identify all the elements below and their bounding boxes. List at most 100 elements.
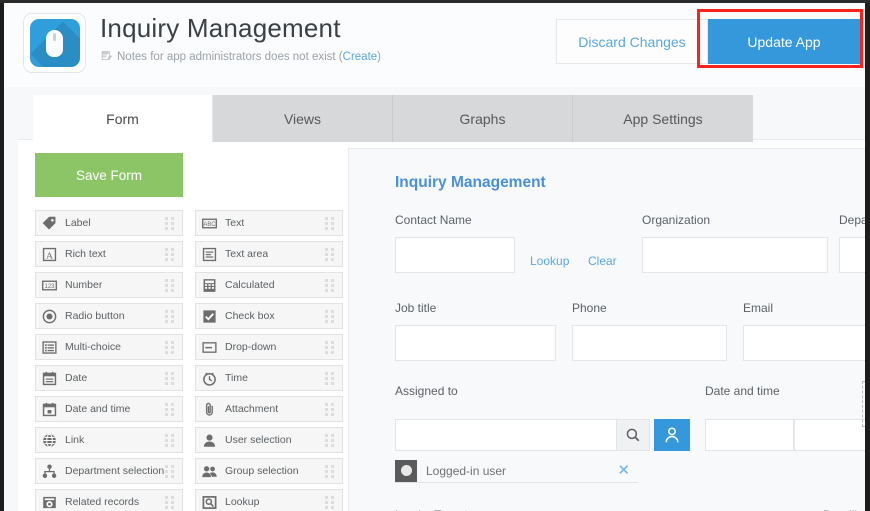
palette-item-date-and-time[interactable]: Date and time: [35, 396, 183, 422]
palette-item-lookup[interactable]: Lookup: [195, 489, 343, 511]
input-phone[interactable]: [572, 325, 727, 361]
paperclip-icon: [201, 401, 218, 418]
palette-item-label-text: Date: [65, 372, 87, 384]
drag-handle[interactable]: [325, 279, 337, 293]
palette-item-multi-choice[interactable]: Multi-choice: [35, 334, 183, 360]
radio-button-icon: [41, 308, 58, 325]
palette-item-rich-text[interactable]: A Rich text: [35, 241, 183, 267]
palette-item-user-selection[interactable]: User selection: [195, 427, 343, 453]
palette-item-check-box[interactable]: Check box: [195, 303, 343, 329]
drag-handle[interactable]: [165, 465, 177, 479]
label-contact-name: Contact Name: [395, 213, 472, 227]
drag-handle[interactable]: [165, 248, 177, 262]
palette-item-text-area[interactable]: Text area: [195, 241, 343, 267]
palette-item-label-text: Radio button: [65, 310, 125, 322]
input-date[interactable]: [705, 419, 794, 451]
update-app-button[interactable]: Update App: [708, 19, 860, 64]
drag-handle[interactable]: [325, 496, 337, 510]
tab-graphs[interactable]: Graphs: [393, 95, 573, 142]
palette-item-label-text: Drop-down: [225, 341, 276, 353]
drag-handle[interactable]: [325, 434, 337, 448]
palette-item-text[interactable]: ABC Text: [195, 210, 343, 236]
input-time[interactable]: [794, 419, 870, 451]
palette-item-calculated[interactable]: Calculated: [195, 272, 343, 298]
palette-item-date[interactable]: Date: [35, 365, 183, 391]
palette-item-label-text: Check box: [225, 310, 275, 322]
drag-handle[interactable]: [165, 434, 177, 448]
palette-item-attachment[interactable]: Attachment: [195, 396, 343, 422]
input-email[interactable]: [743, 325, 870, 361]
select-user-button[interactable]: [654, 419, 690, 451]
drag-handle[interactable]: [325, 465, 337, 479]
user-icon: [201, 432, 218, 449]
calculator-icon: [201, 277, 218, 294]
drag-handle[interactable]: [325, 248, 337, 262]
palette-item-label-text: Link: [65, 434, 84, 446]
drag-handle[interactable]: [165, 341, 177, 355]
palette-item-time[interactable]: Time: [195, 365, 343, 391]
drag-handle[interactable]: [165, 310, 177, 324]
discard-changes-button[interactable]: Discard Changes: [556, 19, 708, 64]
drag-handle[interactable]: [165, 279, 177, 293]
palette-item-number[interactable]: 123 Number: [35, 272, 183, 298]
number-icon: 123: [41, 277, 58, 294]
globe-icon: [41, 432, 58, 449]
palette-item-label-text: Text: [225, 217, 244, 229]
palette-item-label-text: Text area: [225, 248, 268, 260]
label-job-title: Job title: [395, 301, 436, 315]
save-form-button[interactable]: Save Form: [35, 153, 183, 197]
page-title: Inquiry Management: [100, 13, 341, 44]
drag-handle[interactable]: [325, 372, 337, 386]
assigned-to-search: [395, 419, 650, 451]
input-contact-name[interactable]: [395, 237, 515, 273]
drag-handle[interactable]: [165, 496, 177, 510]
palette-item-label[interactable]: Label: [35, 210, 183, 236]
notes-suffix: ): [377, 51, 381, 63]
palette-item-department-selection[interactable]: Department selection: [35, 458, 183, 484]
search-button[interactable]: [616, 420, 649, 450]
main-tabs: Form Views Graphs App Settings: [33, 95, 753, 142]
drag-handle[interactable]: [325, 310, 337, 324]
drag-handle[interactable]: [165, 217, 177, 231]
create-notes-link[interactable]: Create: [343, 51, 378, 63]
palette-item-related-records[interactable]: Related records: [35, 489, 183, 511]
tab-app-settings[interactable]: App Settings: [573, 95, 753, 142]
check-box-icon: [201, 308, 218, 325]
multi-choice-icon: [41, 339, 58, 356]
input-job-title[interactable]: [395, 325, 556, 361]
form-canvas: Inquiry Management Contact Name Lookup C…: [348, 148, 870, 511]
svg-text:ABC: ABC: [203, 222, 216, 228]
palette-item-drop-down[interactable]: Drop-down: [195, 334, 343, 360]
drag-handle[interactable]: [325, 217, 337, 231]
palette-item-label-text: Time: [225, 372, 248, 384]
users-icon: [201, 463, 218, 480]
close-icon[interactable]: ✕: [617, 461, 630, 481]
drag-handle[interactable]: [325, 403, 337, 417]
search-input[interactable]: [396, 420, 616, 450]
palette-item-group-selection[interactable]: Group selection: [195, 458, 343, 484]
drag-handle[interactable]: [165, 403, 177, 417]
svg-text:A: A: [46, 251, 53, 261]
admin-notes: Notes for app administrators does not ex…: [101, 50, 381, 63]
label-email: Email: [743, 301, 773, 315]
form-title: Inquiry Management: [395, 174, 546, 192]
palette-item-link[interactable]: Link: [35, 427, 183, 453]
lookup-link[interactable]: Lookup: [530, 254, 569, 268]
clear-link[interactable]: Clear: [588, 254, 617, 268]
app-header: Inquiry Management Notes for app adminis…: [4, 3, 865, 87]
drag-handle[interactable]: [325, 341, 337, 355]
window-edge-left: [0, 0, 4, 511]
drag-handle[interactable]: [165, 372, 177, 386]
tag-icon: [41, 215, 58, 232]
mouse-icon: [46, 30, 63, 57]
palette-item-radio-button[interactable]: Radio button: [35, 303, 183, 329]
tab-form[interactable]: Form: [33, 95, 213, 142]
input-organization[interactable]: [642, 237, 828, 273]
tab-views[interactable]: Views: [213, 95, 393, 142]
palette-item-label-text: Date and time: [65, 403, 130, 415]
palette-item-label-text: Label: [65, 217, 91, 229]
svg-text:123: 123: [45, 284, 56, 290]
palette-item-label-text: Rich text: [65, 248, 106, 260]
field-palette: Label ABC Text A Rich text Text area 123: [35, 210, 343, 511]
abc-icon: ABC: [201, 215, 218, 232]
